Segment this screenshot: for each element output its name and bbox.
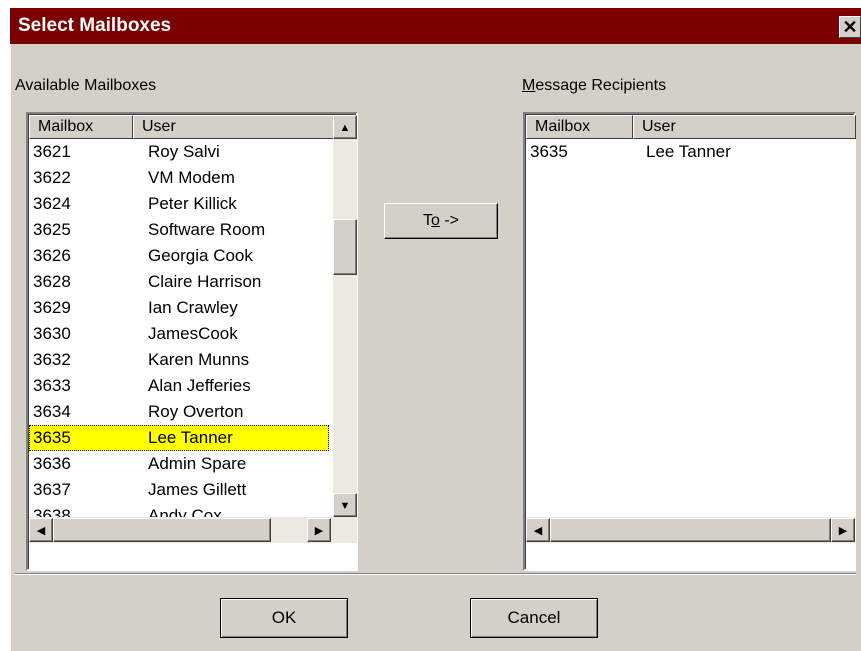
list-item[interactable]: 3628 Claire Harrison [29,269,334,295]
list-item[interactable]: 3629 Ian Crawley [29,295,334,321]
mailbox-cell: 3632 [33,350,71,369]
scroll-left-button[interactable]: ◀ [526,518,550,542]
list-item[interactable]: 3630 JamesCook [29,321,334,347]
mailbox-cell: 3628 [33,272,71,291]
user-cell: Admin Spare [148,454,247,473]
mailbox-cell: 3624 [33,194,71,213]
cancel-button[interactable]: Cancel [470,598,598,638]
available-vertical-scrollbar[interactable]: ▲ ▼ [333,115,357,517]
dialog-title: Select Mailboxes [18,15,172,36]
user-cell: JamesCook [148,324,238,343]
scroll-right-button[interactable]: ▶ [831,518,855,542]
available-rows: 3621 Roy Salvi 3622 VM Modem 3624 Peter Killi… [29,139,334,541]
list-item[interactable]: 3635 Lee Tanner [29,425,334,451]
list-item[interactable]: 3635 Lee Tanner [526,139,855,165]
close-icon: ✕ [842,17,858,37]
user-cell: Karen Munns [148,350,250,369]
list-item[interactable]: 3633 Alan Jefferies [29,373,334,399]
user-cell: Lee Tanner [646,142,731,161]
mailbox-cell: 3635 [33,428,71,447]
mailbox-cell: 3635 [530,142,568,161]
mailbox-cell: 3625 [33,220,71,239]
scroll-up-button[interactable]: ▲ [333,115,357,139]
message-recipients-list[interactable]: Mailbox User 3635 Lee Tanner ◀ ▶ [523,112,856,571]
scroll-down-button[interactable]: ▼ [333,493,357,517]
scroll-up-icon: ▲ [339,122,351,134]
scroll-right-icon: ▶ [838,525,848,537]
scroll-left-button[interactable]: ◀ [29,518,53,542]
column-header-mailbox[interactable]: Mailbox [526,115,633,139]
recipient-rows: 3635 Lee Tanner [526,139,855,541]
to-button-label: To -> [422,212,460,229]
user-cell: Peter Killick [148,194,237,213]
mailbox-cell: 3636 [33,454,71,473]
user-cell: Software Room [148,220,266,239]
list-item[interactable]: 3632 Karen Munns [29,347,334,373]
list-item[interactable]: 3634 Roy Overton [29,399,334,425]
recipients-horizontal-scrollbar[interactable]: ◀ ▶ [526,517,855,543]
vertical-scroll-thumb[interactable] [333,219,357,275]
scroll-right-button[interactable]: ▶ [307,518,331,542]
select-mailboxes-dialog: Select Mailboxes ✕ Available Mailboxes M… [10,8,861,651]
user-cell: Georgia Cook [148,246,253,265]
mailbox-cell: 3637 [33,480,71,499]
list-item[interactable]: 3624 Peter Killick [29,191,334,217]
mailbox-cell: 3633 [33,376,71,395]
user-cell: Lee Tanner [148,428,233,447]
mailbox-cell: 3622 [33,168,71,187]
mailbox-cell: 3629 [33,298,71,317]
list-item[interactable]: 3625 Software Room [29,217,334,243]
scroll-down-icon: ▼ [339,500,351,512]
message-recipients-label: Message Recipients [522,77,667,94]
title-bar[interactable]: Select Mailboxes [10,8,861,44]
close-button[interactable]: ✕ [839,16,861,38]
mailbox-cell: 3621 [33,142,71,161]
horizontal-scroll-thumb[interactable] [53,518,271,542]
available-mailboxes-label: Available Mailboxes [15,77,157,94]
recipients-list-header: Mailbox User [526,115,856,139]
horizontal-scroll-thumb[interactable] [550,518,831,542]
list-item[interactable]: 3621 Roy Salvi [29,139,334,165]
list-item[interactable]: 3626 Georgia Cook [29,243,334,269]
list-item[interactable]: 3622 VM Modem [29,165,334,191]
available-list-header: Mailbox User [29,115,335,139]
add-to-recipients-button[interactable]: To -> [384,203,498,239]
user-cell: James Gillett [148,480,247,499]
mailbox-cell: 3634 [33,402,71,421]
scroll-left-icon: ◀ [36,525,46,537]
available-mailboxes-list[interactable]: Mailbox User 3621 Roy Salvi 3622 VM Modem 36… [26,112,358,571]
available-horizontal-scrollbar[interactable]: ◀ ▶ [29,517,357,543]
scroll-right-icon: ▶ [314,525,324,537]
user-cell: Alan Jefferies [148,376,251,395]
column-header-user[interactable]: User [133,115,335,139]
column-header-mailbox[interactable]: Mailbox [29,115,133,139]
mailbox-cell: 3626 [33,246,71,265]
scroll-left-icon: ◀ [533,525,543,537]
mailbox-cell: 3630 [33,324,71,343]
user-cell: Roy Overton [148,402,244,421]
user-cell: Ian Crawley [148,298,238,317]
user-cell: VM Modem [148,168,235,187]
list-item[interactable]: 3637 James Gillett [29,477,334,503]
ok-button[interactable]: OK [220,598,348,638]
user-cell: Claire Harrison [148,272,262,291]
column-header-user[interactable]: User [633,115,856,139]
button-separator [15,573,856,575]
user-cell: Roy Salvi [148,142,220,161]
list-item[interactable]: 3636 Admin Spare [29,451,334,477]
